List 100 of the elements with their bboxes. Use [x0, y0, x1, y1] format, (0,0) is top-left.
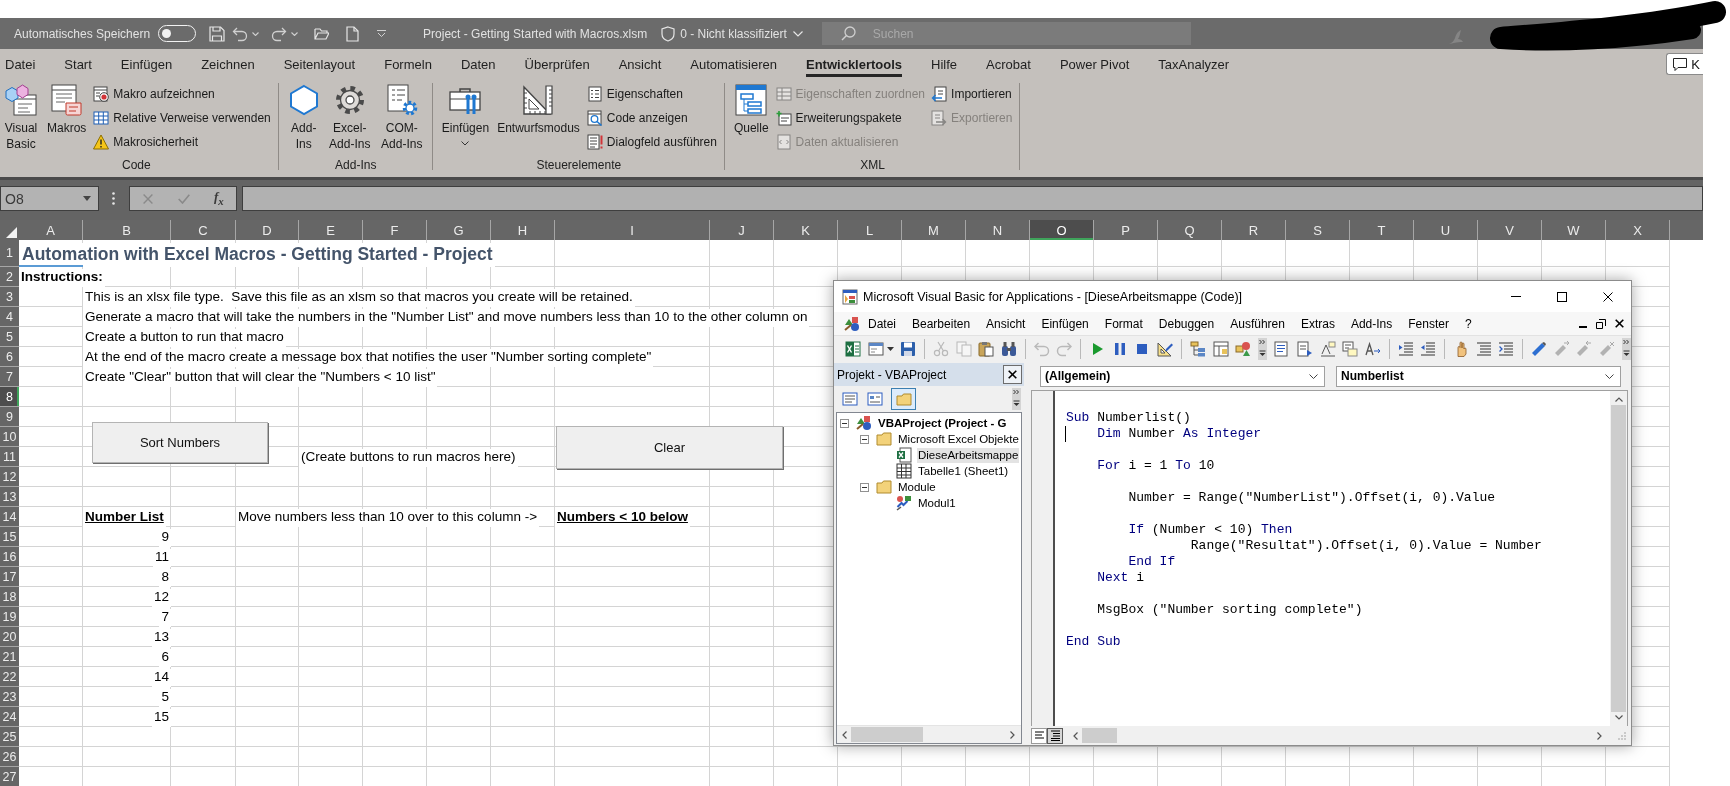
row-header[interactable]: 26: [0, 747, 19, 767]
ribbon-tab[interactable]: Ansicht: [618, 49, 662, 79]
com-add-ins-button[interactable]: COM-Add-Ins: [376, 82, 427, 152]
row-header[interactable]: 22: [0, 667, 19, 687]
menu-item[interactable]: Fenster: [1400, 313, 1457, 334]
menu-item[interactable]: Ansicht: [978, 313, 1034, 334]
menu-item[interactable]: Extras: [1292, 313, 1343, 334]
row-header[interactable]: 14: [0, 507, 19, 527]
list-icon[interactable]: [1273, 341, 1290, 357]
document-icon[interactable]: [346, 25, 360, 42]
menu-item[interactable]: Format: [1096, 313, 1151, 334]
insert-function-button[interactable]: f$_{x}$: [214, 189, 224, 208]
procedure-dropdown[interactable]: Numberlist: [1336, 365, 1621, 387]
toolbar-overflow-icon[interactable]: [1622, 338, 1631, 360]
set-square-pencil-icon[interactable]: [1157, 341, 1174, 357]
scroll-right-icon[interactable]: [1597, 731, 1602, 740]
tree-item[interactable]: Tabelle1 (Sheet1): [917, 463, 1010, 479]
properties-window-icon[interactable]: [1212, 341, 1229, 357]
tree-item[interactable]: Microsoft Excel Objekte: [897, 431, 1020, 447]
pane-close-button[interactable]: [1003, 365, 1022, 384]
row-header[interactable]: 27: [0, 767, 19, 786]
menu-item[interactable]: Datei: [860, 313, 904, 334]
tree-item[interactable]: Module: [897, 479, 937, 495]
shapes-icon[interactable]: [1235, 341, 1252, 357]
scroll-up-icon[interactable]: [1614, 397, 1623, 402]
binoculars-icon[interactable]: [1001, 341, 1018, 357]
collapse-icon[interactable]: [860, 482, 869, 492]
tooltip-icon[interactable]: [1319, 341, 1336, 357]
close-icon[interactable]: [1603, 291, 1613, 302]
scroll-right-icon[interactable]: [1010, 730, 1015, 739]
folder-icon[interactable]: [314, 26, 330, 41]
row-header[interactable]: 9: [0, 407, 19, 427]
lines-icon[interactable]: [1475, 341, 1492, 357]
formula-field[interactable]: [242, 186, 1703, 211]
ribbon-tab[interactable]: Formeln: [384, 49, 432, 79]
row-header[interactable]: 6: [0, 347, 19, 367]
ribbon-tab[interactable]: Einfügen: [120, 49, 173, 79]
ribbon-tab[interactable]: Entwicklertools: [806, 49, 903, 79]
ribbon-tab[interactable]: Datei: [5, 49, 36, 79]
bookmark-icon[interactable]: [1530, 341, 1547, 357]
row-header[interactable]: 10: [0, 427, 19, 447]
ribbon-tab[interactable]: TaxAnalyzer: [1158, 49, 1230, 79]
row-header[interactable]: 12: [0, 467, 19, 487]
ribbon-tab[interactable]: Daten: [460, 49, 496, 79]
ribbon-tab[interactable]: Hilfe: [931, 49, 958, 79]
ribbon-tab[interactable]: Überprüfen: [524, 49, 590, 79]
record-macro-button[interactable]: Makro aufzeichnen: [91, 82, 273, 106]
save-icon[interactable]: [900, 341, 917, 357]
ribbon-tab[interactable]: Power Pivot: [1059, 49, 1130, 79]
outdent-icon[interactable]: [1420, 341, 1437, 357]
name-box[interactable]: O8: [0, 186, 99, 211]
ribbon-tab[interactable]: Automatisieren: [690, 49, 777, 79]
macro-button[interactable]: Clear: [556, 426, 783, 469]
object-dropdown[interactable]: (Allgemein): [1040, 365, 1325, 387]
collapse-icon[interactable]: [840, 418, 849, 428]
row-header[interactable]: 18: [0, 587, 19, 607]
row-header[interactable]: 2: [0, 267, 19, 287]
row-header[interactable]: 7: [0, 367, 19, 387]
horizontal-scrollbar[interactable]: [837, 725, 1021, 743]
save-icon[interactable]: [209, 25, 226, 42]
source-button[interactable]: Quelle: [730, 82, 772, 136]
menu-item[interactable]: Debuggen: [1150, 313, 1223, 334]
tree-icon[interactable]: [1189, 341, 1206, 357]
ribbon-tab[interactable]: Start: [64, 49, 92, 79]
run-dialog-button[interactable]: Dialogfeld ausführen: [584, 130, 719, 154]
toolbar-overflow-icon[interactable]: [1258, 338, 1268, 360]
ribbon-tab[interactable]: Seitenlayout: [283, 49, 356, 79]
tree-item[interactable]: VBAProject (Project - G: [877, 415, 1008, 431]
column-header[interactable]: O: [1030, 220, 1094, 240]
scrollbar-thumb[interactable]: [851, 727, 923, 742]
row-header[interactable]: 17: [0, 567, 19, 587]
parameter-tip-icon[interactable]: [1342, 341, 1359, 357]
row-header[interactable]: 8: [0, 387, 19, 407]
add-ins-button[interactable]: Add-Ins: [284, 82, 323, 152]
margin-indicator-bar[interactable]: [1032, 391, 1055, 726]
row-header[interactable]: 16: [0, 547, 19, 567]
row-header[interactable]: 5: [0, 327, 19, 347]
scroll-down-icon[interactable]: [1614, 715, 1623, 720]
collapse-icon[interactable]: [860, 434, 869, 444]
macro-button[interactable]: Sort Numbers: [92, 422, 268, 463]
comments-button[interactable]: K: [1666, 53, 1703, 75]
row-header[interactable]: 24: [0, 707, 19, 727]
procedure-view-button[interactable]: [1031, 727, 1047, 744]
excel-add-ins-button[interactable]: Excel-Add-Ins: [324, 82, 375, 152]
list-arrow-icon[interactable]: [1296, 341, 1313, 357]
menu-item[interactable]: Ausführen: [1222, 313, 1293, 334]
redo-icon[interactable]: [271, 25, 288, 42]
maximize-icon[interactable]: [1557, 291, 1567, 302]
row-header[interactable]: 1: [0, 240, 19, 267]
visual-basic-button[interactable]: Visual Basic: [0, 82, 42, 152]
chevron-down-icon[interactable]: [792, 30, 803, 37]
properties-button[interactable]: Eigenschaften: [584, 82, 719, 106]
ribbon-tab[interactable]: Zeichnen: [201, 49, 255, 79]
caret-icon[interactable]: [886, 347, 894, 351]
row-header[interactable]: 19: [0, 607, 19, 627]
view-code-button[interactable]: Code anzeigen: [584, 106, 719, 130]
menu-item[interactable]: Einfügen: [1033, 313, 1097, 334]
indent-icon[interactable]: [1397, 341, 1414, 357]
design-mode-button[interactable]: Entwurfsmodus: [494, 82, 583, 136]
expansion-packs-button[interactable]: Erweiterungspakete: [773, 106, 928, 130]
